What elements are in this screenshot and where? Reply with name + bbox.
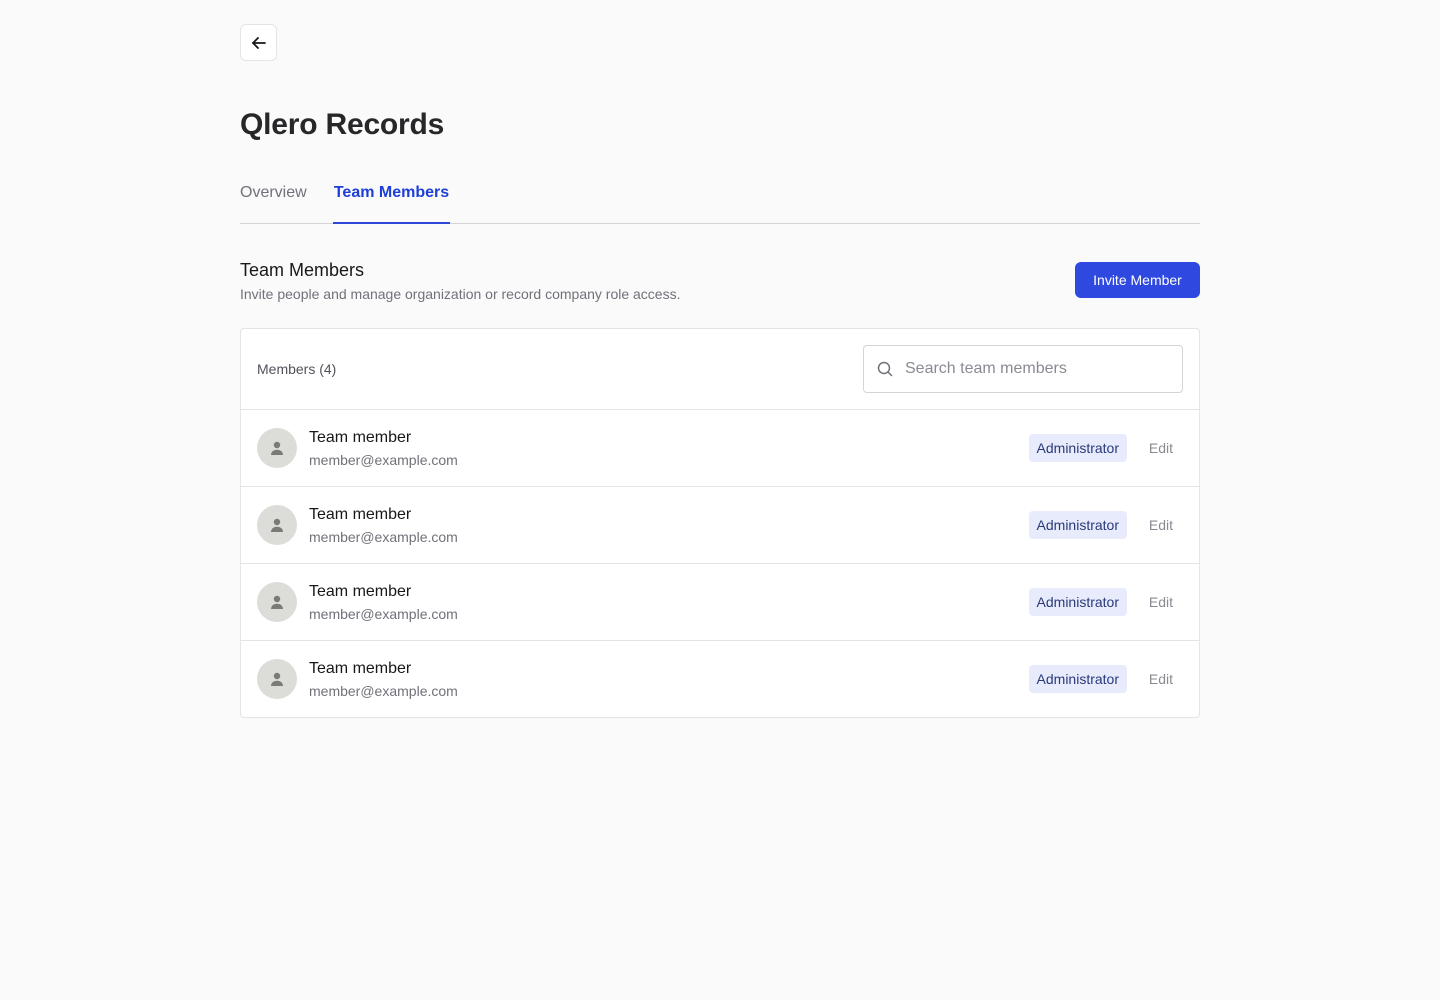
member-email: member@example.com (309, 606, 458, 622)
edit-member-button[interactable]: Edit (1149, 440, 1173, 456)
edit-member-button[interactable]: Edit (1149, 594, 1173, 610)
member-row: Team member member@example.com Administr… (241, 564, 1199, 641)
section-title: Team Members (240, 260, 365, 280)
avatar (257, 582, 297, 622)
edit-member-button[interactable]: Edit (1149, 671, 1173, 687)
member-row: Team member member@example.com Administr… (241, 410, 1199, 487)
user-icon (269, 517, 285, 533)
search-box (863, 345, 1183, 393)
edit-member-button[interactable]: Edit (1149, 517, 1173, 533)
user-icon (269, 594, 285, 610)
page-title: Qlero Records (240, 108, 445, 141)
role-badge: Administrator (1028, 665, 1127, 693)
avatar (257, 659, 297, 699)
member-email: member@example.com (309, 683, 458, 699)
members-count: Members (4) (257, 361, 337, 377)
role-badge: Administrator (1028, 588, 1127, 616)
member-name: Team member (309, 429, 412, 446)
search-input[interactable] (905, 360, 1165, 378)
invite-member-button[interactable]: Invite Member (1075, 262, 1200, 298)
avatar (257, 428, 297, 468)
back-button[interactable] (240, 24, 277, 61)
section-subtitle: Invite people and manage organization or… (240, 286, 681, 302)
member-name: Team member (309, 506, 412, 523)
tab-overview[interactable]: Overview (240, 184, 307, 223)
role-badge: Administrator (1028, 511, 1127, 539)
arrow-left-icon (250, 34, 268, 52)
member-name: Team member (309, 583, 412, 600)
user-icon (269, 440, 285, 456)
member-email: member@example.com (309, 529, 458, 545)
member-row: Team member member@example.com Administr… (241, 641, 1199, 718)
member-name: Team member (309, 660, 412, 677)
search-icon (876, 360, 894, 378)
member-email: member@example.com (309, 452, 458, 468)
members-card-header: Members (4) (241, 329, 1199, 410)
avatar (257, 505, 297, 545)
members-card: Members (4) Team member member@example.c… (240, 328, 1200, 718)
role-badge: Administrator (1028, 434, 1127, 462)
tab-bar: Overview Team Members (240, 176, 1200, 224)
user-icon (269, 671, 285, 687)
member-row: Team member member@example.com Administr… (241, 487, 1199, 564)
tab-team-members[interactable]: Team Members (333, 184, 450, 224)
